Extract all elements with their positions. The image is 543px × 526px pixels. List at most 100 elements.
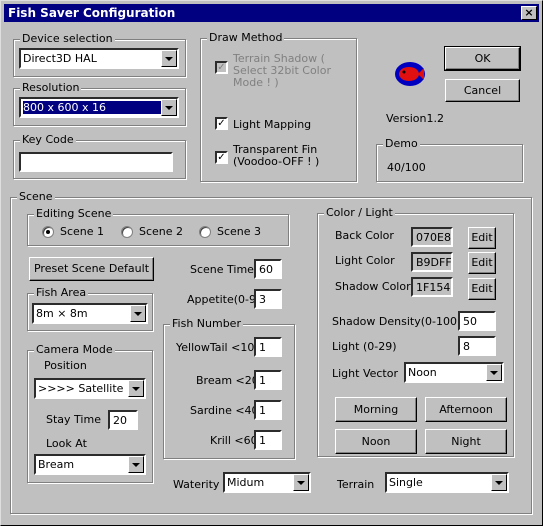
scene-2-label: Scene 2 bbox=[139, 225, 184, 238]
fish-area-group: Fish Area 8m × 8m bbox=[27, 286, 153, 331]
waterity-select[interactable]: Midum bbox=[223, 472, 311, 493]
yellowtail-input[interactable]: 1 bbox=[254, 337, 282, 357]
draw-method-label: Draw Method bbox=[207, 31, 285, 44]
fish-icon bbox=[392, 58, 428, 90]
krill-input[interactable]: 1 bbox=[254, 430, 282, 450]
shadow-density-input[interactable]: 50 bbox=[458, 311, 496, 331]
camera-position-select[interactable]: >>>> Satellite <<<< bbox=[34, 378, 146, 399]
camera-mode-group: Camera Mode Position >>>> Satellite <<<<… bbox=[27, 343, 153, 483]
look-at-dropdown-button[interactable] bbox=[128, 456, 144, 473]
resolution-select[interactable]: 800 x 600 x 16 bbox=[19, 97, 179, 118]
fish-area-label: Fish Area bbox=[34, 286, 89, 299]
fish-area-dropdown-button[interactable] bbox=[130, 305, 146, 322]
scene-2-radio[interactable] bbox=[121, 226, 133, 238]
device-select-value: Direct3D HAL bbox=[23, 52, 97, 65]
transparent-fin-label: Transparent Fin (Voodoo-OFF ! ) bbox=[233, 143, 320, 168]
device-group-label: Device selection bbox=[20, 32, 115, 45]
fish-area-select[interactable]: 8m × 8m bbox=[32, 303, 148, 324]
chevron-down-icon bbox=[165, 105, 173, 110]
version-label: Version1.2 bbox=[386, 112, 444, 125]
light-level-input[interactable]: 8 bbox=[458, 336, 496, 356]
chevron-down-icon bbox=[132, 386, 140, 391]
terrain-select[interactable]: Single bbox=[385, 472, 509, 493]
afternoon-button[interactable]: Afternoon bbox=[425, 397, 507, 422]
light-vector-label: Light Vector bbox=[332, 367, 398, 380]
demo-value: 40/100 bbox=[387, 161, 426, 174]
light-vector-value: Noon bbox=[408, 366, 437, 379]
scene-group-label: Scene bbox=[17, 190, 55, 203]
back-color-value: 070E8B bbox=[411, 227, 453, 247]
terrain-dropdown-button[interactable] bbox=[491, 474, 507, 491]
light-color-label: Light Color bbox=[335, 254, 395, 267]
camera-position-dropdown-button[interactable] bbox=[128, 380, 144, 397]
night-button[interactable]: Night bbox=[425, 429, 507, 454]
light-mapping-checkbox[interactable]: ✓ bbox=[215, 117, 228, 130]
bream-input[interactable]: 1 bbox=[254, 370, 282, 390]
light-mapping-label: Light Mapping bbox=[233, 118, 312, 131]
resolution-group: Resolution 800 x 600 x 16 bbox=[13, 81, 186, 126]
title-bar: Fish Saver Configuration × bbox=[4, 4, 539, 22]
shadow-density-label: Shadow Density(0-100) bbox=[332, 315, 462, 328]
cancel-button[interactable]: Cancel bbox=[445, 79, 520, 102]
chevron-down-icon bbox=[165, 56, 173, 61]
look-at-value: Bream bbox=[38, 458, 75, 471]
preset-scene-default-button[interactable]: Preset Scene Default bbox=[29, 257, 154, 281]
window-title: Fish Saver Configuration bbox=[8, 6, 176, 20]
sardine-input[interactable]: 1 bbox=[254, 400, 282, 420]
light-color-edit-button[interactable]: Edit bbox=[468, 252, 496, 274]
back-color-label: Back Color bbox=[335, 229, 394, 242]
sardine-label: Sardine <40 bbox=[190, 404, 259, 417]
chevron-down-icon bbox=[134, 311, 142, 316]
bream-label: Bream <20 bbox=[196, 374, 259, 387]
look-at-select[interactable]: Bream bbox=[34, 454, 146, 475]
light-level-label: Light (0-29) bbox=[332, 340, 397, 353]
shadow-color-label: Shadow Color bbox=[335, 280, 411, 293]
keycode-group: Key Code bbox=[13, 133, 186, 179]
morning-button[interactable]: Morning bbox=[335, 397, 417, 422]
chevron-down-icon bbox=[297, 480, 305, 485]
yellowtail-label: YellowTail <10 bbox=[176, 341, 255, 354]
appetite-input[interactable]: 3 bbox=[254, 289, 282, 309]
chevron-down-icon bbox=[490, 370, 498, 375]
demo-group: Demo 40/100 bbox=[376, 137, 523, 182]
ok-button[interactable]: OK bbox=[444, 46, 521, 71]
device-dropdown-button[interactable] bbox=[161, 50, 177, 67]
light-vector-dropdown-button[interactable] bbox=[486, 364, 502, 381]
krill-label: Krill <60 bbox=[210, 434, 258, 447]
camera-mode-label: Camera Mode bbox=[34, 343, 115, 356]
close-icon: × bbox=[524, 6, 534, 19]
terrain-shadow-checkbox[interactable]: ✓ bbox=[215, 61, 228, 74]
terrain-label: Terrain bbox=[337, 478, 375, 491]
noon-button[interactable]: Noon bbox=[335, 429, 417, 454]
scene-time-label: Scene Time bbox=[190, 263, 254, 276]
scene-1-label: Scene 1 bbox=[60, 225, 105, 238]
resolution-dropdown-button[interactable] bbox=[161, 99, 177, 116]
waterity-value: Midum bbox=[227, 476, 265, 489]
stay-time-input[interactable]: 20 bbox=[108, 410, 138, 430]
camera-position-label: Position bbox=[44, 359, 87, 372]
scene-1-radio[interactable] bbox=[42, 226, 54, 238]
chevron-down-icon bbox=[495, 480, 503, 485]
close-button[interactable]: × bbox=[521, 6, 537, 20]
resolution-group-label: Resolution bbox=[20, 81, 82, 94]
editing-scene-label: Editing Scene bbox=[34, 207, 114, 220]
terrain-value: Single bbox=[389, 476, 423, 489]
transparent-fin-checkbox[interactable]: ✓ bbox=[215, 151, 228, 164]
draw-method-group: Draw Method ✓ Terrain Shadow ( Select 32… bbox=[200, 31, 357, 182]
fish-number-group: Fish Number YellowTail <10 1 Bream <20 1… bbox=[163, 317, 295, 459]
device-select[interactable]: Direct3D HAL bbox=[19, 48, 179, 69]
fish-area-value: 8m × 8m bbox=[36, 307, 88, 320]
waterity-dropdown-button[interactable] bbox=[293, 474, 309, 491]
light-vector-select[interactable]: Noon bbox=[404, 362, 504, 383]
scene-time-input[interactable]: 60 bbox=[254, 259, 282, 279]
editing-scene-group: Editing Scene Scene 1 Scene 2 Scene 3 bbox=[27, 207, 289, 246]
device-group: Device selection Direct3D HAL bbox=[13, 32, 186, 77]
light-color-value: B9DFF bbox=[411, 252, 453, 272]
back-color-edit-button[interactable]: Edit bbox=[468, 227, 496, 249]
keycode-input[interactable] bbox=[19, 152, 173, 172]
terrain-shadow-label: Terrain Shadow ( Select 32bit Color Mode… bbox=[233, 52, 331, 89]
resolution-select-value: 800 x 600 x 16 bbox=[22, 100, 167, 115]
shadow-color-edit-button[interactable]: Edit bbox=[468, 278, 496, 300]
scene-3-radio[interactable] bbox=[199, 226, 211, 238]
chevron-down-icon bbox=[132, 462, 140, 467]
